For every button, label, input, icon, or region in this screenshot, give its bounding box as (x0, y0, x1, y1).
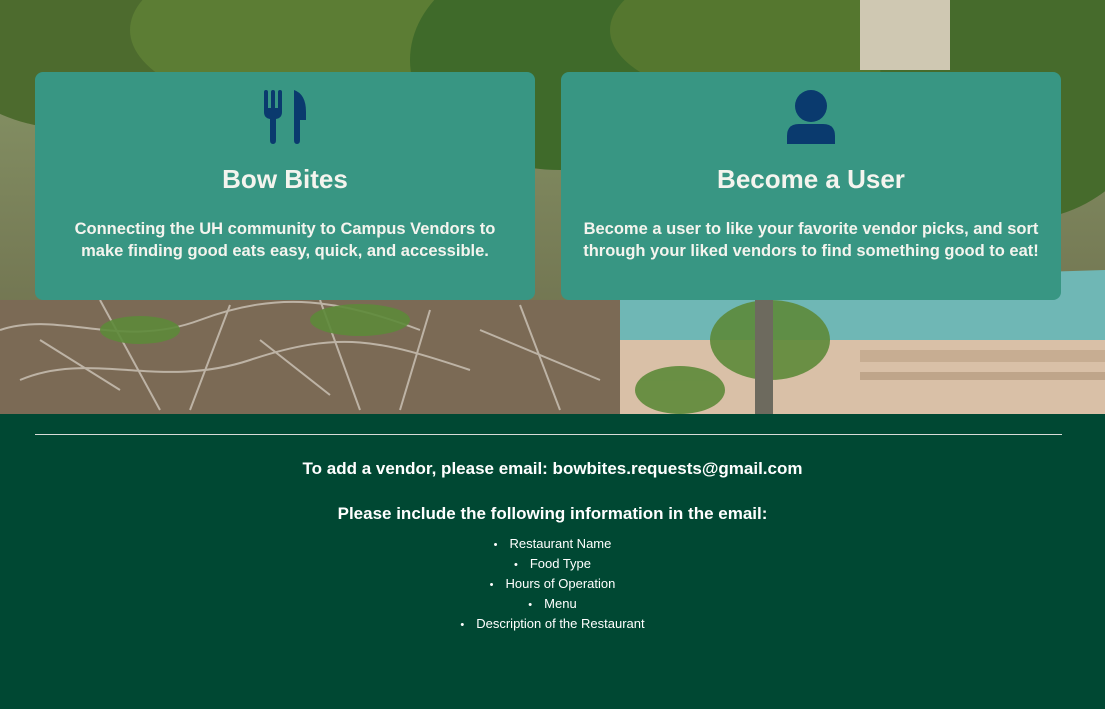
list-item: Hours of Operation (0, 576, 1105, 596)
required-info-list: Restaurant Name Food Type Hours of Opera… (0, 536, 1105, 636)
become-a-user-card: Become a User Become a user to like your… (561, 72, 1061, 300)
user-icon (561, 90, 1061, 144)
hero-section: Bow Bites Connecting the UH community to… (0, 0, 1105, 414)
include-info-heading: Please include the following information… (337, 504, 768, 523)
footer-divider (35, 434, 1062, 435)
card-description: Connecting the UH community to Campus Ve… (74, 220, 496, 260)
list-item: Food Type (0, 556, 1105, 576)
list-item: Menu (0, 596, 1105, 616)
card-title: Become a User (717, 164, 905, 194)
add-vendor-email-text: To add a vendor, please email: bowbites.… (302, 459, 803, 478)
list-item: Description of the Restaurant (0, 616, 1105, 636)
bow-bites-card: Bow Bites Connecting the UH community to… (35, 72, 535, 300)
utensils-icon (35, 90, 535, 144)
card-description: Become a user to like your favorite vend… (583, 220, 1039, 260)
card-title: Bow Bites (222, 164, 348, 194)
footer: To add a vendor, please email: bowbites.… (0, 414, 1105, 709)
list-item: Restaurant Name (0, 536, 1105, 556)
